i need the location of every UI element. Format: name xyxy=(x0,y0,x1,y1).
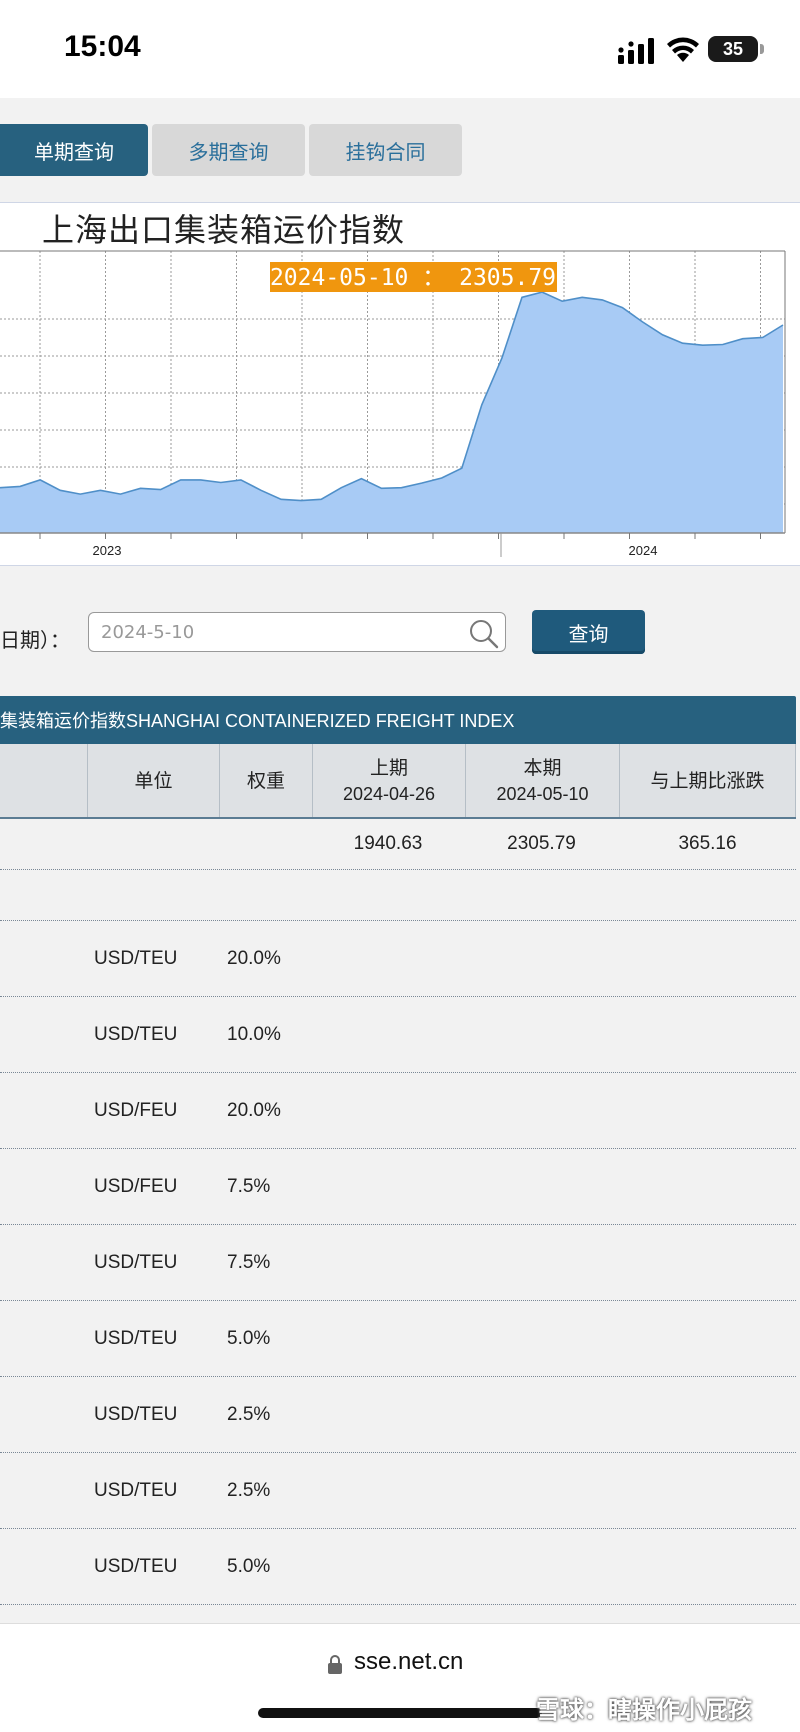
query-tabs: 单期查询 多期查询 挂钩合同 xyxy=(0,124,466,176)
freight-index-table: 集装箱运价指数SHANGHAI CONTAINERIZED FREIGHT IN… xyxy=(0,696,796,1605)
index-area xyxy=(0,292,783,533)
header-unit-label: 单位 xyxy=(134,769,173,792)
row-unit: USD/TEU xyxy=(94,1023,178,1045)
header-previous-date: 2024-04-26 xyxy=(342,783,436,804)
row-unit: USD/TEU xyxy=(94,1251,178,1273)
table-row: USD/TEU 5.0% xyxy=(0,1301,796,1377)
row-unit: USD/TEU xyxy=(94,1479,178,1501)
browser-address-bar[interactable]: sse.net.cn 雪球：瞎操作小屁孩 xyxy=(0,1623,800,1732)
table-row: USD/FEU 7.5% xyxy=(0,1149,796,1225)
header-current: 本期 2024-05-10 xyxy=(465,744,619,817)
header-unit: 单位 xyxy=(87,744,219,817)
x-tick-label-2023: 2023 xyxy=(93,543,122,558)
header-previous: 上期 2024-04-26 xyxy=(312,744,465,817)
composite-current: 2305.79 xyxy=(507,833,576,854)
row-unit: USD/FEU xyxy=(94,1099,178,1121)
table-row: USD/TEU 2.5% xyxy=(0,1453,796,1529)
row-unit: USD/TEU xyxy=(94,947,178,969)
date-input-value: 2024-5-10 xyxy=(101,621,195,643)
table-row: USD/TEU 10.0% xyxy=(0,997,796,1073)
index-chart-panel: 2024-05-10 ： 2305.79 2023 2024 上海出口集装箱运价… xyxy=(0,202,800,566)
table-row: USD/TEU 5.0% xyxy=(0,1529,796,1605)
composite-previous: 1940.63 xyxy=(353,833,423,854)
table-row-composite: 1940.63 2305.79 365.16 xyxy=(0,819,796,870)
battery-tip xyxy=(760,44,764,54)
scfi-area-chart[interactable]: 2024-05-10 ： 2305.79 2023 2024 xyxy=(0,203,800,565)
date-input[interactable]: 2024-5-10 xyxy=(88,612,506,652)
watermark-text: 雪球：瞎操作小屁孩 xyxy=(536,1696,752,1724)
tooltip-text: 2024-05-10 ： 2305.79 xyxy=(270,265,556,291)
row-weight: 20.0% xyxy=(227,947,281,969)
battery-icon: 35 xyxy=(708,36,758,62)
table-row: USD/TEU 2.5% xyxy=(0,1377,796,1453)
row-unit: USD/TEU xyxy=(94,1403,178,1425)
header-weight: 权重 xyxy=(219,744,312,817)
search-icon[interactable] xyxy=(468,618,500,650)
tab-single-period[interactable]: 单期查询 xyxy=(0,124,148,176)
table-title: 集装箱运价指数SHANGHAI CONTAINERIZED FREIGHT IN… xyxy=(0,696,796,744)
row-unit: USD/TEU xyxy=(94,1327,178,1349)
row-weight: 2.5% xyxy=(227,1479,271,1501)
row-weight: 10.0% xyxy=(227,1023,281,1045)
header-change: 与上期比涨跌 xyxy=(619,744,796,817)
row-weight: 5.0% xyxy=(227,1327,271,1349)
date-label: 日期）： xyxy=(0,628,70,652)
url-text[interactable]: sse.net.cn xyxy=(354,1648,463,1676)
query-row: 日期）： 2024-5-10 查询 xyxy=(0,610,800,664)
status-bar: 15:04 35 xyxy=(0,0,800,98)
table-row: USD/TEU 7.5% xyxy=(0,1225,796,1301)
table-row: USD/FEU 20.0% xyxy=(0,1073,796,1149)
query-button[interactable]: 查询 xyxy=(532,610,645,654)
header-weight-label: 权重 xyxy=(246,769,285,792)
table-row-blank xyxy=(0,870,796,921)
row-weight: 5.0% xyxy=(227,1555,271,1577)
cellular-signal-icon xyxy=(618,38,654,64)
x-tick-label-2024: 2024 xyxy=(629,543,658,558)
header-current-label: 本期 xyxy=(523,756,562,779)
battery-level: 35 xyxy=(722,38,744,59)
chart-title: 上海出口集装箱运价指数 xyxy=(42,211,406,249)
home-indicator[interactable] xyxy=(258,1708,542,1718)
row-weight: 20.0% xyxy=(227,1099,281,1121)
tab-multi-period[interactable]: 多期查询 xyxy=(152,124,305,176)
row-unit: USD/TEU xyxy=(94,1555,178,1577)
header-previous-label: 上期 xyxy=(369,756,408,779)
page-content: 单期查询 多期查询 挂钩合同 2024-05-10 ： 2305.79 2023… xyxy=(0,98,800,1623)
table-body: 1940.63 2305.79 365.16 USD/TEU 20.0% USD… xyxy=(0,819,796,1605)
header-change-label: 与上期比涨跌 xyxy=(650,769,765,792)
lock-icon xyxy=(328,1655,342,1674)
table-row: USD/TEU 20.0% xyxy=(0,921,796,997)
row-weight: 7.5% xyxy=(227,1251,271,1273)
table-header-row: 单位 权重 上期 2024-04-26 本期 2024-05-10 与上期比涨跌 xyxy=(0,744,796,819)
header-current-date: 2024-05-10 xyxy=(496,783,589,804)
tab-linked-contracts[interactable]: 挂钩合同 xyxy=(309,124,462,176)
row-unit: USD/FEU xyxy=(94,1175,178,1197)
composite-change: 365.16 xyxy=(678,833,737,854)
row-weight: 2.5% xyxy=(227,1403,271,1425)
status-time: 15:04 xyxy=(64,30,141,63)
wifi-icon xyxy=(667,37,699,62)
row-weight: 7.5% xyxy=(227,1175,271,1197)
